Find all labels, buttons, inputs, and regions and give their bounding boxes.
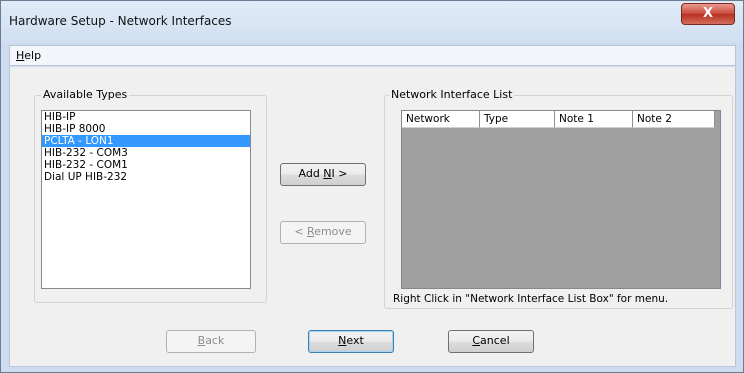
list-item-selected[interactable]: PCLTA - LON1 (42, 135, 250, 147)
title-bar[interactable]: Hardware Setup - Network Interfaces X (1, 1, 743, 43)
column-header-note1[interactable]: Note 1 (555, 111, 633, 128)
available-types-label: Available Types (41, 88, 130, 101)
list-item[interactable]: HIB-232 - COM1 (42, 159, 250, 171)
column-header-row: Network Type Note 1 Note 2 (402, 111, 720, 128)
list-item[interactable]: HIB-IP (42, 111, 250, 123)
column-header-type[interactable]: Type (480, 111, 555, 128)
next-button[interactable]: Next (308, 330, 394, 353)
available-types-group: Available Types HIB-IP HIB-IP 8000 PCLTA… (34, 88, 267, 303)
remove-button[interactable]: < Remove (280, 221, 366, 244)
cancel-button[interactable]: Cancel (448, 330, 534, 353)
close-button[interactable]: X (681, 3, 735, 25)
cancel-label-post: ancel (480, 334, 510, 347)
list-item[interactable]: HIB-IP 8000 (42, 123, 250, 135)
dialog-client-area: Available Types HIB-IP HIB-IP 8000 PCLTA… (9, 67, 736, 367)
back-button[interactable]: Back (166, 330, 256, 353)
add-ni-label-pre: Add (298, 167, 324, 180)
remove-label-post: emove (314, 225, 352, 238)
back-label-post: ack (205, 334, 225, 347)
network-interface-listview[interactable]: Network Type Note 1 Note 2 (401, 110, 721, 289)
network-interface-group: Network Interface List Network Type Note… (384, 88, 733, 309)
menu-help-label: elp (24, 49, 42, 62)
context-menu-hint: Right Click in "Network Interface List B… (393, 293, 669, 305)
cancel-accelerator: C (472, 334, 481, 347)
dialog-window: Hardware Setup - Network Interfaces X He… (0, 0, 744, 373)
window-title: Hardware Setup - Network Interfaces (9, 14, 232, 28)
list-item[interactable]: Dial UP HIB-232 (42, 171, 250, 183)
list-item[interactable]: HIB-232 - COM3 (42, 147, 250, 159)
column-header-note2[interactable]: Note 2 (633, 111, 715, 128)
remove-label-pre: < (294, 225, 308, 238)
add-ni-accelerator: N (323, 167, 332, 180)
available-types-listbox[interactable]: HIB-IP HIB-IP 8000 PCLTA - LON1 HIB-232 … (41, 110, 251, 289)
add-ni-label-post: I > (331, 167, 348, 180)
column-header-network[interactable]: Network (402, 111, 480, 128)
menu-help[interactable]: Help (14, 49, 43, 62)
menu-bar: Help (9, 45, 736, 66)
network-interface-label: Network Interface List (389, 88, 515, 101)
add-ni-button[interactable]: Add NI > (280, 163, 366, 186)
next-label-post: ext (346, 334, 364, 347)
